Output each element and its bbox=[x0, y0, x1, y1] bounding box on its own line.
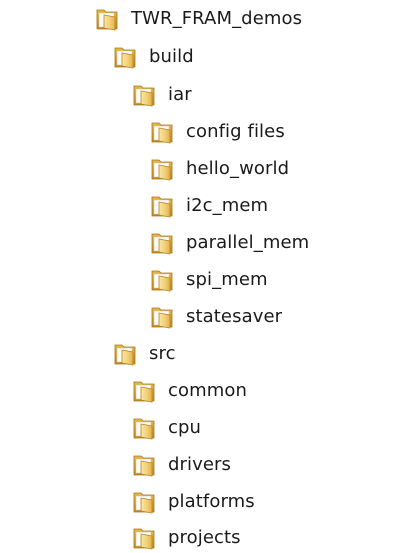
tree-item-label: iar bbox=[168, 84, 192, 105]
tree-item-hello-world[interactable]: hello_world bbox=[150, 154, 289, 184]
folder-icon bbox=[150, 268, 176, 292]
folder-icon bbox=[150, 157, 176, 181]
tree-item-label: platforms bbox=[168, 491, 255, 512]
tree-item-statesaver[interactable]: statesaver bbox=[150, 302, 282, 332]
folder-icon bbox=[132, 83, 158, 107]
tree-item-label: projects bbox=[168, 527, 241, 548]
folder-icon bbox=[150, 120, 176, 144]
folder-icon bbox=[113, 45, 139, 69]
tree-item-label: build bbox=[149, 46, 194, 67]
tree-item-cpu[interactable]: cpu bbox=[132, 413, 201, 443]
tree-item-label: parallel_mem bbox=[186, 232, 310, 253]
tree-item-label: config files bbox=[186, 121, 285, 142]
folder-icon bbox=[132, 416, 158, 440]
tree-item-label: src bbox=[149, 343, 176, 364]
tree-item-platforms[interactable]: platforms bbox=[132, 487, 255, 517]
folder-icon bbox=[113, 342, 139, 366]
tree-item-iar[interactable]: iar bbox=[132, 80, 192, 110]
tree-item-label: TWR_FRAM_demos bbox=[131, 8, 303, 29]
folder-icon bbox=[132, 379, 158, 403]
tree-item-config-files[interactable]: config files bbox=[150, 117, 285, 147]
tree-item-label: statesaver bbox=[186, 306, 283, 327]
tree-item-src[interactable]: src bbox=[113, 339, 176, 369]
tree-item-label: cpu bbox=[168, 417, 202, 438]
tree-item-label: hello_world bbox=[186, 158, 290, 179]
tree-item-label: spi_mem bbox=[186, 269, 268, 290]
tree-item-label: common bbox=[168, 380, 247, 401]
folder-icon bbox=[132, 526, 158, 550]
folder-icon bbox=[150, 194, 176, 218]
tree-item-i2c-mem[interactable]: i2c_mem bbox=[150, 191, 268, 221]
tree-item-build[interactable]: build bbox=[113, 42, 194, 72]
folder-icon bbox=[132, 490, 158, 514]
folder-icon bbox=[150, 231, 176, 255]
tree-item-drivers[interactable]: drivers bbox=[132, 450, 231, 480]
tree-item-common[interactable]: common bbox=[132, 376, 247, 406]
tree-item-spi-mem[interactable]: spi_mem bbox=[150, 265, 268, 295]
folder-tree: TWR_FRAM_demos build iar config files he… bbox=[0, 0, 393, 553]
tree-item-parallel-mem[interactable]: parallel_mem bbox=[150, 228, 309, 258]
tree-item-twr-fram-demos[interactable]: TWR_FRAM_demos bbox=[95, 4, 302, 34]
tree-item-projects[interactable]: projects bbox=[132, 523, 241, 553]
folder-icon bbox=[150, 305, 176, 329]
tree-item-label: i2c_mem bbox=[186, 195, 269, 216]
folder-icon bbox=[95, 7, 121, 31]
tree-item-label: drivers bbox=[168, 454, 232, 475]
folder-icon bbox=[132, 453, 158, 477]
